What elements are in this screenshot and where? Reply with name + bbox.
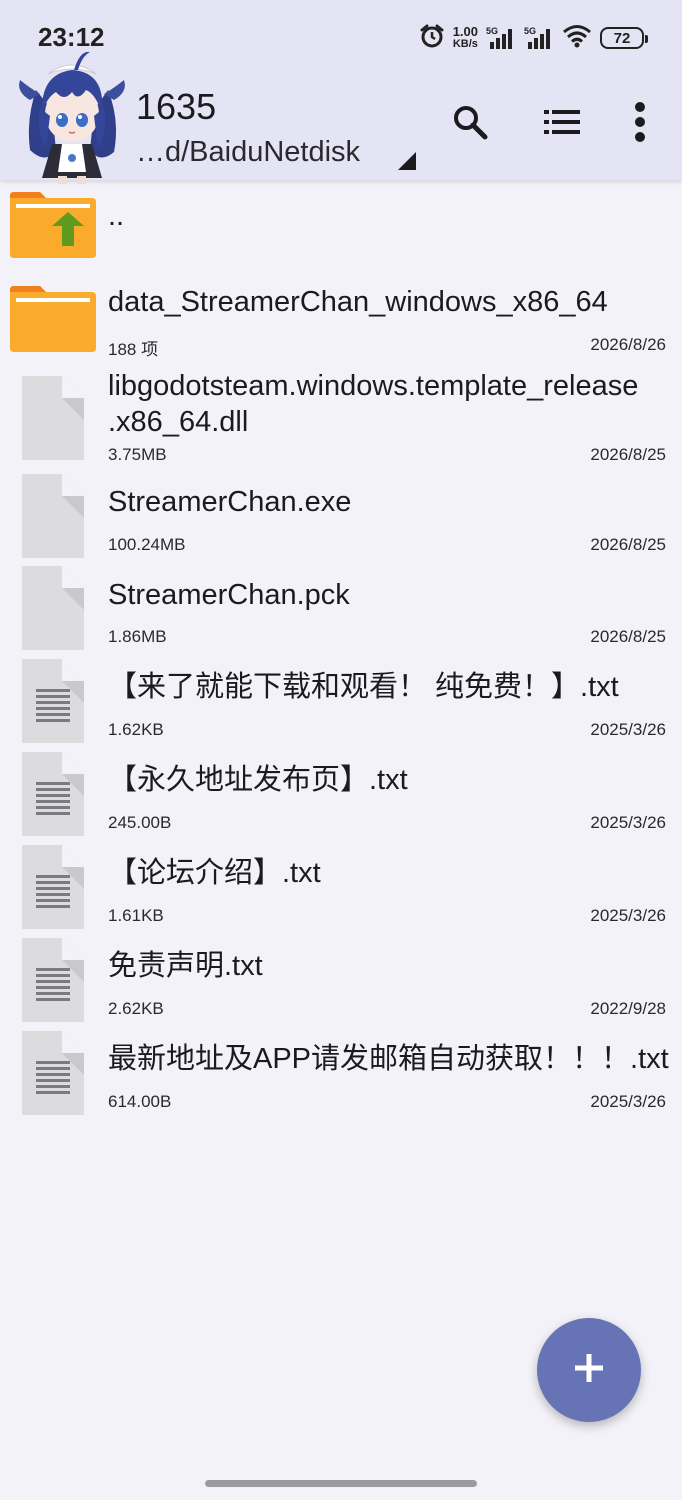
file-name: 【论坛介绍】.txt (108, 857, 321, 889)
text-file-icon (22, 845, 84, 934)
file-name: StreamerChan.pck (108, 579, 350, 611)
file-name-line1: libgodotsteam.windows.template_release (108, 370, 639, 402)
text-file-icon (22, 752, 84, 841)
file-name: StreamerChan.exe (108, 486, 352, 518)
file-meta: 1.61KB (108, 906, 164, 925)
file-meta: 614.00B (108, 1092, 172, 1111)
add-button[interactable] (537, 1318, 641, 1422)
signal-icon-sim1: 5G (486, 26, 516, 50)
text-file-icon (22, 1031, 84, 1120)
signal-icon-sim2: 5G (524, 26, 554, 50)
sort-list-icon (544, 108, 580, 141)
file-meta: 1.62KB (108, 720, 164, 739)
file-meta: 245.00B (108, 813, 172, 832)
list-item-file[interactable]: libgodotsteam.windows.template_release .… (0, 364, 682, 464)
avatar[interactable] (16, 40, 128, 186)
file-name: 【来了就能下载和观看！ 纯免费！】.txt (108, 671, 619, 703)
net-speed: 1.00 KB/s (452, 24, 478, 50)
file-date: 2025/3/26 (590, 906, 666, 925)
file-date: 2025/3/26 (590, 813, 666, 832)
list-item-file[interactable]: StreamerChan.exe 100.24MB 2026/8/25 (0, 464, 682, 558)
file-name: .. (108, 200, 125, 232)
file-date: 2026/8/25 (590, 535, 666, 554)
file-name: 免责声明.txt (108, 950, 263, 982)
folder-up-icon (10, 190, 96, 263)
file-meta: 188 项 (108, 340, 159, 359)
top-app-bar: 23:12 1.00 KB/s 5G 5G 72 1635 …d/BaiduNe… (0, 0, 682, 184)
folder-icon (10, 284, 96, 357)
more-options-button[interactable] (618, 101, 662, 147)
wifi-icon (562, 24, 592, 53)
more-vert-icon (634, 101, 646, 147)
file-date: 2025/3/26 (590, 720, 666, 739)
battery-indicator: 72 (600, 27, 648, 49)
search-button[interactable] (448, 102, 492, 146)
file-date: 2026/8/26 (590, 335, 666, 354)
file-name-line2: .x86_64.dll (108, 406, 249, 438)
text-file-icon (22, 659, 84, 748)
file-date: 2026/8/25 (590, 627, 666, 646)
file-meta: 3.75MB (108, 445, 167, 464)
file-icon (22, 474, 84, 563)
path-dropdown-icon[interactable] (396, 150, 418, 172)
file-icon (22, 376, 84, 465)
file-meta: 2.62KB (108, 999, 164, 1018)
file-meta: 1.86MB (108, 627, 167, 646)
file-date: 2025/3/26 (590, 1092, 666, 1111)
list-item-folder[interactable]: data_StreamerChan_windows_x86_64 188 项 2… (0, 272, 682, 364)
path-breadcrumb[interactable]: …d/BaiduNetdisk (136, 136, 360, 169)
alarm-icon (419, 23, 445, 54)
status-icons: 1.00 KB/s 5G 5G 72 (419, 22, 648, 54)
file-date: 2026/8/25 (590, 445, 666, 464)
list-item-text-file[interactable]: 【永久地址发布页】.txt 245.00B 2025/3/26 (0, 742, 682, 836)
list-item-text-file[interactable]: 【论坛介绍】.txt 1.61KB 2025/3/26 (0, 835, 682, 929)
file-name: data_StreamerChan_windows_x86_64 (108, 286, 608, 318)
file-meta: 100.24MB (108, 535, 186, 554)
list-item-file[interactable]: StreamerChan.pck 1.86MB 2026/8/25 (0, 556, 682, 650)
list-item-text-file[interactable]: 免责声明.txt 2.62KB 2022/9/28 (0, 928, 682, 1022)
folder-title: 1635 (136, 86, 217, 127)
gesture-nav-bar[interactable] (205, 1480, 477, 1487)
sort-button[interactable] (540, 102, 584, 146)
file-name: 最新地址及APP请发邮箱自动获取！！！.txt (108, 1043, 669, 1075)
list-item-text-file[interactable]: 【来了就能下载和观看！ 纯免费！】.txt 1.62KB 2025/3/26 (0, 649, 682, 743)
search-icon (452, 104, 488, 145)
list-item-text-file[interactable]: 最新地址及APP请发邮箱自动获取！！！.txt 614.00B 2025/3/2… (0, 1021, 682, 1115)
text-file-icon (22, 938, 84, 1027)
list-item-parent[interactable]: .. (0, 180, 682, 272)
file-icon (22, 566, 84, 655)
plus-icon (573, 1352, 605, 1389)
file-date: 2022/9/28 (590, 999, 666, 1018)
file-name: 【永久地址发布页】.txt (108, 764, 408, 796)
